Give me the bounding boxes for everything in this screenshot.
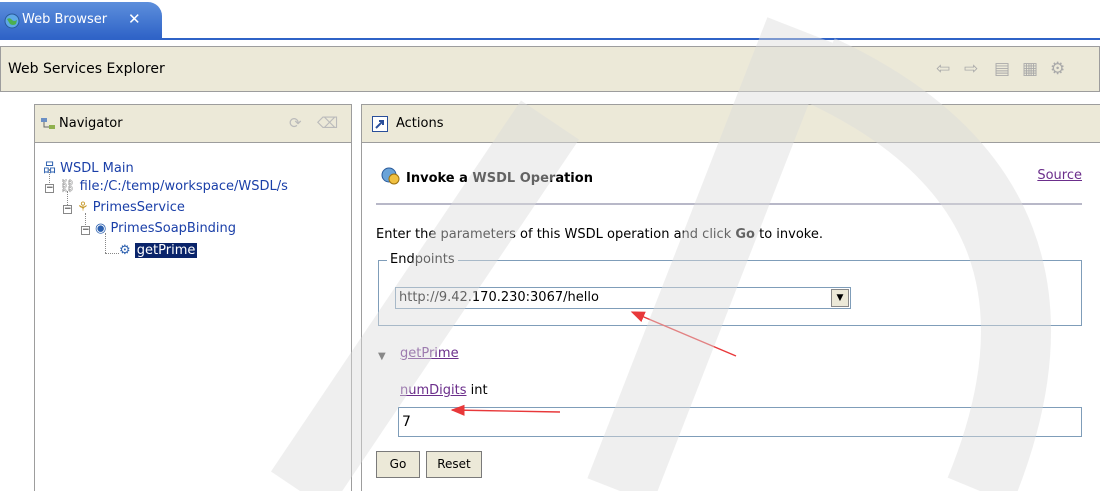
forward-arrow-icon[interactable]: ⇨: [964, 59, 978, 79]
actions-header: Actions: [362, 105, 1100, 143]
explorer-title: Web Services Explorer: [8, 61, 165, 77]
back-arrow-icon[interactable]: ⇦: [936, 59, 950, 79]
endpoints-legend: Endpoints: [387, 252, 458, 267]
source-link[interactable]: Source: [1037, 168, 1082, 183]
operation-title: Invoke a WSDL Operation: [406, 171, 593, 186]
collapse-icon[interactable]: −: [81, 226, 90, 235]
favorites-icon[interactable]: ▦: [1022, 59, 1038, 79]
wsdl-file-icon: ⛓: [59, 179, 76, 194]
service-icon: ⚘: [77, 200, 89, 215]
tree-item-label: getPrime: [134, 243, 198, 258]
go-button[interactable]: Go: [376, 451, 420, 478]
operation-gear-icon: ⚙: [119, 243, 131, 258]
expand-triangle-icon[interactable]: ▼: [378, 351, 386, 362]
tree-item-label: PrimesSoapBinding: [110, 221, 237, 236]
network-icon: 品: [43, 161, 57, 176]
tree-item-wsdl-main[interactable]: 品 WSDL Main: [43, 157, 134, 176]
instructions-text: Enter the parameters of this WSDL operat…: [376, 227, 736, 242]
tree-item-binding[interactable]: ◉ PrimesSoapBinding: [95, 221, 236, 236]
num-digits-value: 7: [402, 414, 411, 430]
globe-icon: [4, 13, 20, 29]
operation-link[interactable]: getPrime: [400, 346, 459, 361]
tree-item-label: PrimesService: [92, 200, 185, 215]
collapse-icon[interactable]: −: [45, 184, 54, 193]
explorer-header: Web Services Explorer ⇦ ⇨ ▤ ▦ ⚙: [0, 46, 1100, 92]
navigator-tree-icon: [41, 118, 55, 129]
instructions-bold: Go: [735, 227, 755, 242]
navigator-pane: Navigator ⟳ ⌫ 品 WSDL Main − ⛓ file:/C:/t…: [34, 104, 352, 491]
tree-connector: [105, 253, 119, 254]
actions-icon: [372, 116, 388, 132]
history-icon[interactable]: ▤: [994, 59, 1010, 79]
tab-web-browser[interactable]: Web Browser ✕: [0, 2, 162, 38]
parameter-type: int: [470, 383, 488, 398]
actions-title: Actions: [396, 116, 444, 131]
tab-bar: Web Browser ✕: [0, 0, 1100, 40]
instructions: Enter the parameters of this WSDL operat…: [376, 227, 823, 242]
chevron-down-icon[interactable]: ▼: [831, 289, 849, 307]
binding-icon: ◉: [95, 221, 107, 236]
endpoint-select[interactable]: http://9.42.170.230:3067/hello ▼: [395, 287, 851, 309]
navigator-header: Navigator ⟳ ⌫: [35, 105, 351, 143]
tree-item-service[interactable]: ⚘ PrimesService: [77, 200, 185, 215]
reset-button[interactable]: Reset: [426, 451, 482, 478]
divider: [376, 203, 1082, 205]
parameter-row: numDigits int: [400, 383, 488, 398]
clear-icon[interactable]: ⌫: [317, 114, 338, 132]
tree-item-label: file:/C:/temp/workspace/WSDL/s: [79, 179, 288, 194]
explorer-toolbar: ⇦ ⇨ ▤ ▦ ⚙: [936, 59, 1100, 81]
tree-item-file[interactable]: ⛓ file:/C:/temp/workspace/WSDL/s: [59, 179, 288, 194]
endpoint-value: http://9.42.170.230:3067/hello: [399, 290, 599, 305]
tree-connector: [105, 233, 106, 253]
tab-underline: [0, 38, 1100, 40]
close-icon[interactable]: ✕: [128, 10, 141, 28]
endpoints-fieldset: Endpoints http://9.42.170.230:3067/hello…: [378, 252, 1082, 326]
invoke-operation-icon: [381, 167, 400, 185]
tree-item-operation[interactable]: ⚙ getPrime: [119, 243, 198, 258]
tab-title: Web Browser: [22, 12, 108, 27]
tree-item-label: WSDL Main: [60, 161, 134, 176]
parameter-name-link[interactable]: numDigits: [400, 383, 467, 398]
navigator-title: Navigator: [59, 116, 123, 131]
actions-pane: Actions Invoke a WSDL Operation Source E…: [361, 104, 1100, 491]
num-digits-input[interactable]: 7: [398, 407, 1082, 437]
wsdl-icon[interactable]: ⚙: [1050, 59, 1065, 79]
instructions-text: to invoke.: [754, 227, 823, 242]
collapse-icon[interactable]: −: [63, 205, 72, 214]
refresh-icon[interactable]: ⟳: [289, 114, 302, 132]
